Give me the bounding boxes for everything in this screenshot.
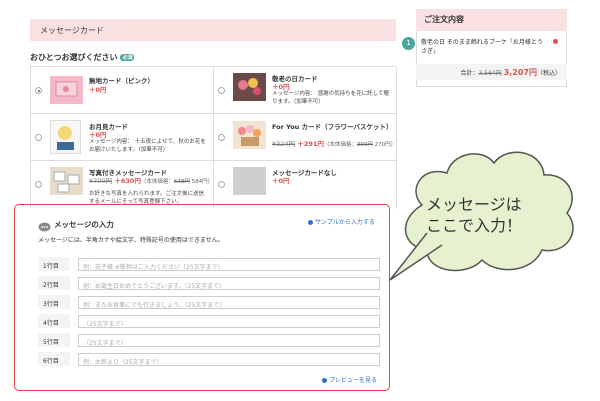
- base-price-pre: （本体価格：: [140, 179, 174, 185]
- card-option-otsukimi[interactable]: お月見カード ＋0円 メッセージ内容： 十五夜によせて、秋のお花をお届けいたしま…: [31, 114, 214, 161]
- card-name: For You カード（フラワーバスケット）: [272, 123, 393, 131]
- card-price: ＋0円: [272, 177, 290, 185]
- card-price: ＋291円: [297, 140, 324, 148]
- old-price: ¥700円: [89, 177, 113, 185]
- base-price-old: 300円: [356, 142, 373, 148]
- base-price-pre: （本体価格：: [323, 142, 357, 148]
- order-item-name: 敬老の日 そのまま飾れるブーケ「お月様とうさぎ」: [421, 39, 543, 55]
- choose-label: おひとつお選びください: [30, 53, 118, 62]
- choose-prompt: おひとつお選びください 必須: [30, 52, 135, 63]
- message-line-3-input[interactable]: 例：またお食事にでも行きましょう。（25文字まで）: [78, 296, 380, 309]
- message-input-title: メッセージの入力: [54, 220, 114, 229]
- section-title: メッセージカード: [40, 26, 104, 35]
- order-summary-header: ご注文内容: [416, 9, 567, 31]
- card-radio-plain-pink[interactable]: [35, 87, 42, 94]
- sample-link-label[interactable]: サンプルから入力する: [315, 219, 375, 226]
- card-radio-photo[interactable]: [35, 181, 42, 188]
- message-note: メッセージには、半角カナや絵文字、特殊記号の使用はできません。: [38, 237, 224, 244]
- required-badge: 必須: [120, 54, 135, 61]
- photo-card-image: [50, 167, 83, 195]
- tax-note: （税込）: [536, 70, 561, 77]
- row-label-5: 5行目: [38, 333, 70, 347]
- old-price: ¥324円: [272, 140, 296, 148]
- total-new-price: 3,207円: [503, 68, 537, 77]
- row-label-1: 1行目: [38, 257, 70, 271]
- otsukimi-card-image: [50, 120, 81, 154]
- sample-input-link[interactable]: サンプルから入力する: [308, 217, 375, 226]
- link-arrow-icon: [308, 220, 313, 225]
- row-label-6: 6行目: [38, 352, 70, 366]
- card-option-keiro[interactable]: 敬老の日カード ＋0円 メッセージ内容： 感謝の気持ちを花に託して贈ります。（加…: [214, 67, 397, 114]
- item-number-badge: 1: [402, 37, 415, 50]
- row-label-2: 2行目: [38, 276, 70, 290]
- plain-pink-card-image: [50, 76, 83, 104]
- card-radio-otsukimi[interactable]: [35, 134, 42, 141]
- card-option-photo[interactable]: 写真付きメッセージカード ¥700円 ＋630円（本体価格：648円 584円）…: [31, 161, 214, 209]
- card-option-foryou[interactable]: For You カード（フラワーバスケット） ¥324円 ＋291円（本体価格：…: [214, 114, 397, 161]
- base-price-new: 584円）: [189, 179, 214, 185]
- card-options-grid: 無地カード（ピンク） ＋0円 敬老の日カード ＋0円 メッセージ内容： 感謝の気…: [30, 66, 397, 209]
- row-label-3: 3行目: [38, 295, 70, 309]
- card-price: ＋630円: [114, 177, 141, 185]
- base-price-old: 648円: [173, 179, 190, 185]
- preview-link[interactable]: プレビューを見る: [322, 375, 377, 384]
- order-summary-title: ご注文内容: [424, 15, 464, 24]
- foryou-card-image: [233, 121, 266, 149]
- card-option-none[interactable]: メッセージカードなし ＋0円: [214, 161, 397, 209]
- total-old-price: 3,564円: [478, 70, 502, 77]
- card-radio-none[interactable]: [218, 181, 225, 188]
- no-card-placeholder-image: [233, 167, 266, 195]
- section-header: メッセージカード: [30, 19, 396, 41]
- message-line-2-input[interactable]: 例：お誕生日おめでとうございます。（25文字まで）: [78, 277, 380, 290]
- message-line-6-input[interactable]: 例：太郎より（25文字まで）: [78, 353, 380, 366]
- card-price-row: ¥700円 ＋630円（本体価格：648円 584円）: [89, 175, 213, 185]
- message-line-5-input[interactable]: （25文字まで）: [78, 334, 380, 347]
- card-desc: メッセージ内容： 感謝の気持ちを花に託して贈ります。（加筆不可）: [272, 91, 389, 105]
- keiro-card-image: [233, 73, 266, 101]
- card-price-row: ¥324円 ＋291円（本体価格：300円 270円）: [272, 138, 396, 148]
- preview-link-label[interactable]: プレビューを見る: [329, 377, 377, 384]
- card-radio-keiro[interactable]: [218, 87, 225, 94]
- message-line-4-input[interactable]: （25文字まで）: [78, 315, 380, 328]
- card-price: ＋0円: [89, 86, 107, 94]
- order-total-row: 合計：3,564円 3,207円（税込）: [416, 64, 567, 80]
- card-radio-foryou[interactable]: [218, 134, 225, 141]
- message-line-1-input[interactable]: 例：花子様 ※敬称はご入力ください（25文字まで）: [78, 258, 380, 271]
- card-option-plain-pink[interactable]: 無地カード（ピンク） ＋0円: [31, 67, 214, 114]
- callout-text: メッセージは ここで入力！: [426, 195, 523, 235]
- remove-item-icon[interactable]: [553, 39, 558, 44]
- total-label: 合計：: [460, 70, 479, 77]
- link-arrow-icon: [322, 378, 327, 383]
- card-desc: メッセージ内容： 十五夜によせて、秋のお花をお届けいたします。（加筆不可）: [89, 139, 206, 153]
- row-label-4: 4行目: [38, 314, 70, 328]
